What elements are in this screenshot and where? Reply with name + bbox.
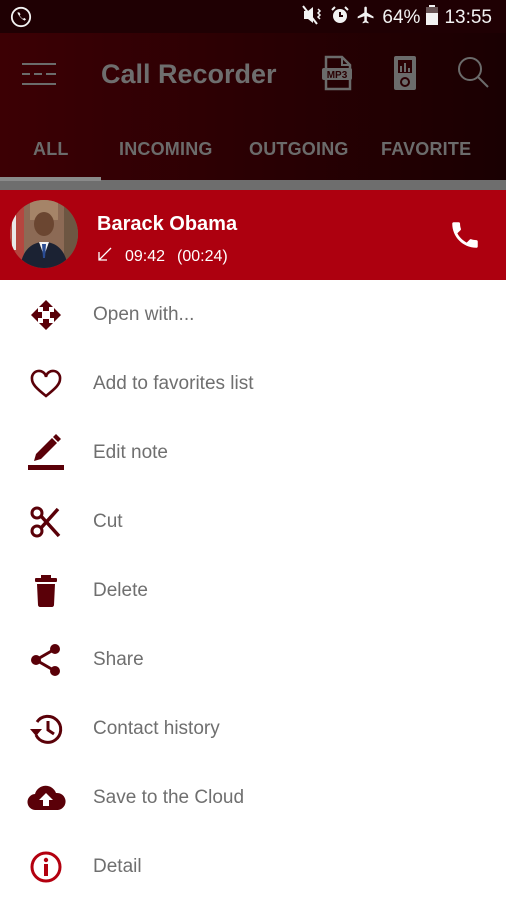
contact-name: Barack Obama: [97, 213, 238, 235]
pencil-icon: [26, 433, 66, 473]
phone-icon[interactable]: [448, 218, 482, 252]
menu-label: Delete: [93, 579, 148, 601]
tab-all[interactable]: ALL: [33, 139, 69, 160]
tab-favorite[interactable]: FAVORITE: [381, 139, 471, 160]
recording-time: 09:42: [125, 247, 166, 265]
scissors-icon: [26, 502, 66, 542]
tab-outgoing[interactable]: OUTGOING: [249, 139, 349, 160]
heart-outline-icon: [26, 364, 66, 404]
menu-label: Edit note: [93, 441, 168, 463]
menu-label: Save to the Cloud: [93, 786, 245, 808]
cloud-upload-icon: [26, 778, 66, 818]
search-icon[interactable]: [455, 55, 489, 91]
menu-label: Detail: [93, 855, 142, 877]
menu-item-edit-note[interactable]: Edit note: [0, 418, 506, 487]
battery-icon: [426, 5, 439, 31]
menu-label: Add to favorites list: [93, 372, 254, 394]
info-icon: [26, 847, 66, 887]
incoming-call-arrow-icon: [97, 246, 113, 267]
menu-icon[interactable]: [22, 61, 58, 87]
recording-meta: 09:42 (00:24): [97, 246, 228, 267]
menu-label: Open with...: [93, 303, 195, 325]
menu-item-delete[interactable]: Delete: [0, 556, 506, 625]
status-bar: 64% 13:55: [0, 0, 506, 33]
menu-item-share[interactable]: Share: [0, 625, 506, 694]
svg-text:MP3: MP3: [327, 70, 348, 81]
recording-duration: (00:24): [177, 247, 228, 265]
menu-item-save-to-cloud[interactable]: Save to the Cloud: [0, 763, 506, 832]
move-arrows-icon: [26, 295, 66, 335]
mute-vibrate-icon: [302, 5, 324, 31]
tab-bar: ALL INCOMING OUTGOING FAVORITE: [0, 133, 506, 180]
clock: 13:55: [444, 7, 492, 28]
menu-label: Share: [93, 648, 144, 670]
airplane-mode-icon: [356, 5, 376, 31]
selected-recording[interactable]: Barack Obama 09:42 (00:24): [0, 190, 506, 280]
menu-label: Contact history: [93, 717, 220, 739]
contact-avatar: [10, 200, 78, 268]
tab-indicator: [0, 177, 101, 181]
menu-label: Cut: [93, 510, 123, 532]
context-menu: Open with... Add to favorites list Edit …: [0, 280, 506, 901]
menu-item-cut[interactable]: Cut: [0, 487, 506, 556]
tab-divider: [0, 180, 506, 190]
alarm-icon: [330, 5, 350, 31]
media-player-icon[interactable]: [390, 55, 424, 91]
menu-item-add-to-favorites[interactable]: Add to favorites list: [0, 349, 506, 418]
battery-percent: 64%: [382, 7, 421, 28]
app-title: Call Recorder: [101, 59, 277, 89]
menu-item-contact-history[interactable]: Contact history: [0, 694, 506, 763]
mp3-file-icon[interactable]: MP3: [321, 55, 355, 91]
menu-item-open-with[interactable]: Open with...: [0, 280, 506, 349]
share-icon: [26, 640, 66, 680]
app-bar: Call Recorder MP3 ALL INCOMING OUTGOING …: [0, 33, 506, 180]
tab-incoming[interactable]: INCOMING: [119, 139, 213, 160]
history-icon: [26, 709, 66, 749]
whatsapp-call-icon: [10, 6, 32, 33]
trash-icon: [26, 571, 66, 611]
menu-item-detail[interactable]: Detail: [0, 832, 506, 901]
